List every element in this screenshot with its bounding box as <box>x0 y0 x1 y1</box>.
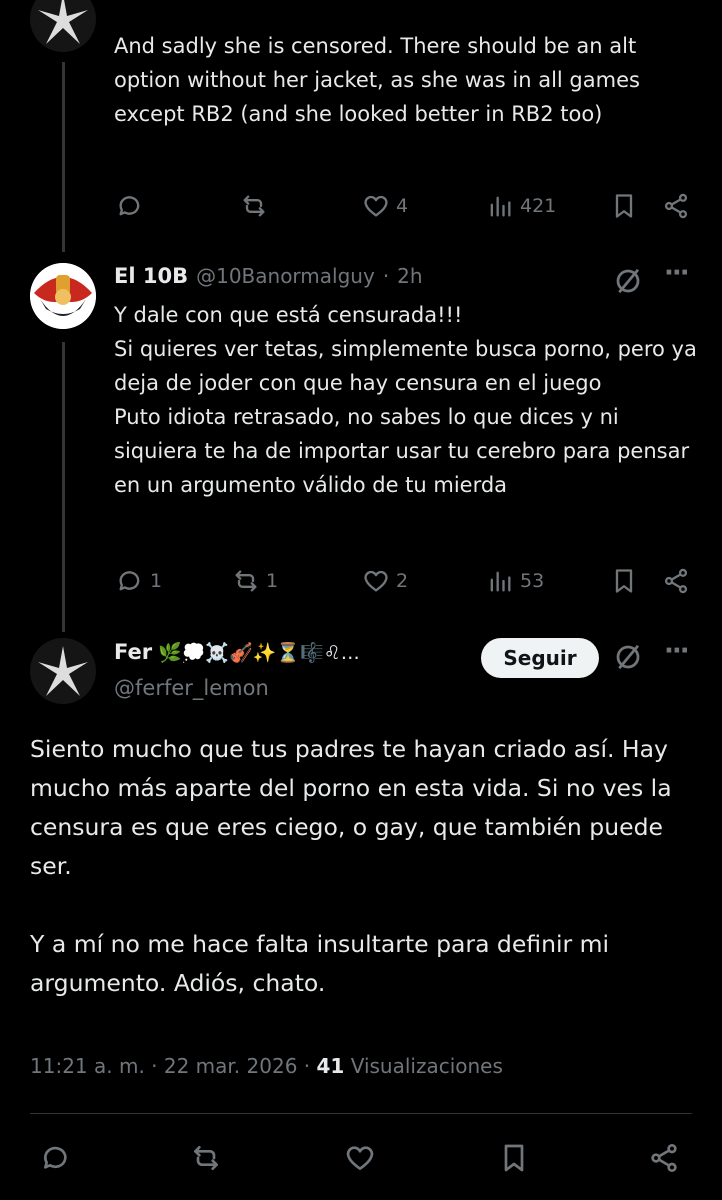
view-count: 421 <box>520 195 557 217</box>
bookmark-button[interactable] <box>610 567 638 595</box>
repost-icon <box>194 1146 218 1170</box>
more-button[interactable]: ··· <box>664 258 690 288</box>
bookmark-button[interactable] <box>498 1142 530 1174</box>
share-button[interactable] <box>662 567 690 595</box>
bookmark-icon <box>504 1144 524 1172</box>
bookmark-icon <box>615 194 633 218</box>
post-time[interactable]: 2h <box>397 264 422 288</box>
bookmark-button[interactable] <box>610 192 638 220</box>
author-name[interactable]: El 10B <box>114 264 188 288</box>
post-meta: 11:21 a. m. · 22 mar. 2026 · 41 Visualiz… <box>30 1054 503 1078</box>
avatar-character-icon <box>30 263 96 329</box>
reply-icon <box>119 196 140 216</box>
views-button[interactable]: 53 <box>486 567 544 595</box>
views-icon <box>490 196 511 217</box>
tweet-text: Y dale con que está censurada!!! Si quie… <box>114 303 697 497</box>
reply-count: 1 <box>150 570 163 592</box>
share-button[interactable] <box>662 192 690 220</box>
view-count: 53 <box>520 570 545 592</box>
heart-icon <box>364 195 388 217</box>
like-button[interactable]: 2 <box>362 567 408 595</box>
reply-icon <box>43 1146 67 1169</box>
post-timestamp[interactable]: 11:21 a. m. · 22 mar. 2026 · <box>30 1054 317 1078</box>
tweet-2[interactable]: El 10B @10Banormalguy · 2h ··· Y dale co… <box>0 250 722 620</box>
avatar-emblem-icon <box>30 638 96 704</box>
share-button[interactable] <box>648 1142 680 1174</box>
follow-button[interactable]: Seguir <box>481 638 599 678</box>
author-name[interactable]: Fer <box>114 640 152 664</box>
share-icon <box>664 568 688 594</box>
view-label: Visualizaciones <box>344 1054 503 1078</box>
views-icon <box>490 571 511 592</box>
grok-button[interactable] <box>613 642 643 676</box>
bookmark-icon <box>615 569 633 593</box>
like-button[interactable] <box>344 1142 376 1174</box>
view-count: 41 <box>316 1054 345 1078</box>
separator-dot: · <box>382 264 390 288</box>
tweet-text: And sadly she is censored. There should … <box>114 34 640 126</box>
tweet-text: Siento mucho que tus padres te hayan cri… <box>30 735 672 997</box>
tweet-3[interactable]: Fer 🌿💭☠️🎻✨⏳🎼♌… @ferfer_lemon Seguir ··· … <box>0 630 722 1200</box>
share-icon <box>651 1144 677 1172</box>
author-name-emojis: 🌿💭☠️🎻✨⏳🎼♌… <box>158 641 360 664</box>
heart-icon <box>346 1146 374 1170</box>
repost-button[interactable]: 1 <box>232 567 278 595</box>
repost-icon <box>235 570 257 592</box>
reply-button[interactable] <box>116 192 144 220</box>
avatar[interactable] <box>30 638 96 704</box>
avatar-emblem-icon <box>30 0 96 52</box>
repost-count: 1 <box>266 570 279 592</box>
author-handle[interactable]: @ferfer_lemon <box>114 676 269 700</box>
repost-button[interactable] <box>190 1142 222 1174</box>
reply-button[interactable]: 1 <box>116 567 162 595</box>
reply-icon <box>119 571 140 591</box>
grok-icon <box>616 644 640 670</box>
repost-icon <box>243 195 265 217</box>
grok-icon <box>616 268 640 294</box>
avatar[interactable] <box>30 263 96 329</box>
author-handle[interactable]: @10Banormalguy <box>196 264 375 288</box>
share-icon <box>664 193 688 219</box>
tweet-1[interactable]: And sadly she is censored. There should … <box>0 0 722 240</box>
reply-button[interactable] <box>40 1142 72 1174</box>
more-button[interactable]: ··· <box>664 636 690 666</box>
repost-button[interactable] <box>240 192 268 220</box>
divider <box>30 1113 692 1114</box>
like-count: 2 <box>396 570 409 592</box>
like-button[interactable]: 4 <box>362 192 408 220</box>
avatar[interactable] <box>30 0 96 52</box>
views-button[interactable]: 421 <box>486 192 556 220</box>
heart-icon <box>364 570 388 592</box>
grok-button[interactable] <box>613 266 643 300</box>
like-count: 4 <box>396 195 409 217</box>
